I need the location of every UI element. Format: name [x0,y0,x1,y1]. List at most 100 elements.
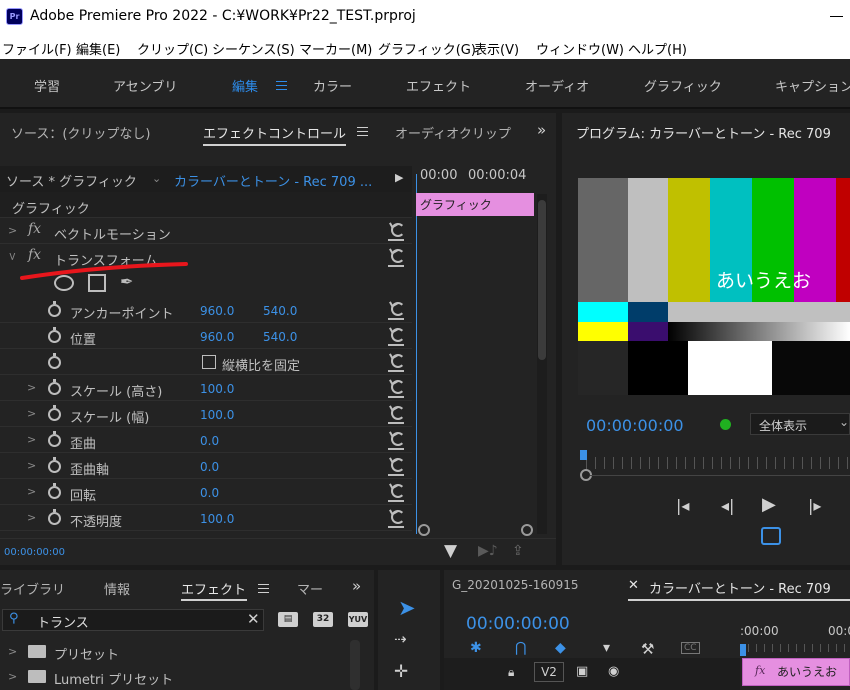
reset-icon[interactable] [391,458,405,472]
workspace-learning[interactable]: 学習 [34,76,60,95]
clear-search-icon[interactable]: ✕ [247,610,260,628]
stopwatch-icon[interactable] [48,509,61,525]
scrollbar-thumb[interactable] [538,200,546,360]
scrollbar[interactable] [350,640,360,690]
menu-window[interactable]: ウィンドウ(W) [536,39,624,58]
workspace-color[interactable]: カラー [313,76,352,95]
effects-search-input[interactable]: ⚲ トランス ✕ [2,609,264,631]
workspace-assembly[interactable]: アセンブリ [113,76,177,95]
tab-info[interactable]: 情報 [104,579,130,598]
linked-selection-icon[interactable]: ⋂ [515,640,526,656]
monitor-zoom-bar[interactable] [590,475,850,476]
menu-view[interactable]: 表示(V) [474,39,519,58]
stopwatch-icon[interactable] [48,327,61,343]
effect-row-vector-motion[interactable]: > fx ベクトルモーション [0,218,412,244]
tab-audio-clip-mixer[interactable]: オーディオクリップ [395,123,511,142]
go-to-in-icon[interactable]: |◂ [676,496,689,515]
stopwatch-icon[interactable] [48,405,61,421]
ellipse-mask-icon[interactable] [54,275,74,291]
panel-overflow-icon[interactable]: » [537,121,546,139]
chevron-right-icon[interactable]: > [27,407,36,420]
panel-menu-icon[interactable] [357,127,368,136]
sequence-label[interactable]: カラーバーとトーン - Rec 709 ... [174,171,372,190]
marker-icon[interactable]: ▾ [603,640,610,656]
menu-graphics[interactable]: グラフィック(G) [378,39,476,58]
track-select-tool-icon[interactable]: ⇢ [394,630,407,648]
snap-icon[interactable]: ✱ [470,640,482,656]
tab-markers[interactable]: マー [297,579,323,598]
chevron-right-icon[interactable]: > [27,485,36,498]
step-back-icon[interactable]: ◂| [721,496,734,515]
property-value[interactable]: 100.0 [200,408,234,422]
property-value-x[interactable]: 960.0 [200,304,234,318]
reset-icon[interactable] [391,354,405,368]
chevron-right-icon[interactable]: > [27,511,36,524]
reset-icon[interactable] [391,484,405,498]
add-marker-icon[interactable]: ◆ [555,640,566,656]
reset-icon[interactable] [391,223,405,237]
chevron-right-icon[interactable]: > [8,670,17,683]
yuv-badge-icon[interactable]: YUV [348,612,368,627]
wrench-icon[interactable]: ⚒ [641,640,654,658]
workspace-editing[interactable]: 編集 [232,76,258,95]
ec-mini-timeline[interactable] [414,166,537,538]
property-value[interactable]: 100.0 [200,382,234,396]
timeline-timecode[interactable]: 00:00:00:00 [466,614,570,634]
reset-icon[interactable] [391,328,405,342]
menu-edit[interactable]: 編集(E) [76,39,120,58]
chevron-down-icon[interactable]: ⌄ [152,172,161,185]
program-timecode[interactable]: 00:00:00:00 [586,416,684,435]
chevron-down-icon[interactable]: > [6,252,19,261]
stopwatch-icon[interactable] [48,457,61,473]
property-value[interactable]: 100.0 [200,512,234,526]
multicam-icon[interactable] [761,527,781,545]
monitor-playhead[interactable] [580,450,587,460]
chevron-right-icon[interactable]: > [27,459,36,472]
panel-overflow-icon[interactable]: » [352,577,361,595]
property-value[interactable]: 0.0 [200,460,219,474]
step-forward-icon[interactable]: |▸ [808,496,821,515]
effects-folder-row[interactable]: > プリセット [0,640,352,664]
workspace-audio[interactable]: オーディオ [525,76,589,95]
tab-effect-controls[interactable]: エフェクトコントロール [203,123,346,142]
property-value[interactable]: 0.0 [200,434,219,448]
workspace-graphics[interactable]: グラフィック [644,76,722,95]
tab-sequence-inactive[interactable]: G_20201025-160915 [452,578,579,592]
play-icon[interactable]: ▶ [762,494,776,515]
ec-graphic-clip[interactable]: グラフィック [416,193,534,216]
reset-icon[interactable] [391,302,405,316]
chevron-right-icon[interactable]: > [8,645,17,658]
close-tab-icon[interactable]: ✕ [628,578,639,593]
menu-help[interactable]: ヘルプ(H) [628,39,687,58]
tab-libraries[interactable]: ライブラリ [0,579,65,598]
menu-sequence[interactable]: シーケンス(S) [212,39,295,58]
zoom-handle-left[interactable] [418,524,430,536]
workspace-captions[interactable]: キャプション [775,76,850,95]
filter-icon[interactable]: ▼ [444,541,457,561]
stopwatch-icon[interactable] [48,483,61,499]
minimize-button[interactable] [826,5,850,27]
effects-folder-row[interactable]: > Lumetri プリセット [0,665,352,689]
monitor-time-ruler[interactable] [586,457,850,469]
sync-lock-icon[interactable]: ▣ [576,664,588,679]
play-triangle-icon[interactable]: ▶ [395,171,403,184]
zoom-select[interactable]: 全体表示 ⌄ [750,413,850,435]
lock-icon[interactable]: 🔒︎ [508,665,514,680]
stopwatch-icon[interactable] [48,379,61,395]
track-label[interactable]: V2 [534,662,564,682]
ripple-edit-tool-icon[interactable]: ✛ [394,662,408,682]
reset-icon[interactable] [391,380,405,394]
reset-icon[interactable] [391,510,405,524]
chevron-right-icon[interactable]: > [27,433,36,446]
tab-source[interactable]: ソース：(クリップなし) [11,123,151,142]
ec-playhead[interactable] [416,174,417,534]
chevron-right-icon[interactable]: > [8,224,17,237]
workspace-effects[interactable]: エフェクト [406,76,471,95]
stopwatch-icon[interactable] [48,353,61,369]
zoom-handle-right[interactable] [521,524,533,536]
menu-clip[interactable]: クリップ(C) [137,39,208,58]
property-value-y[interactable]: 540.0 [263,330,297,344]
eye-icon[interactable]: ◉ [608,664,619,679]
rectangle-mask-icon[interactable] [88,274,106,292]
property-value-y[interactable]: 540.0 [263,304,297,318]
